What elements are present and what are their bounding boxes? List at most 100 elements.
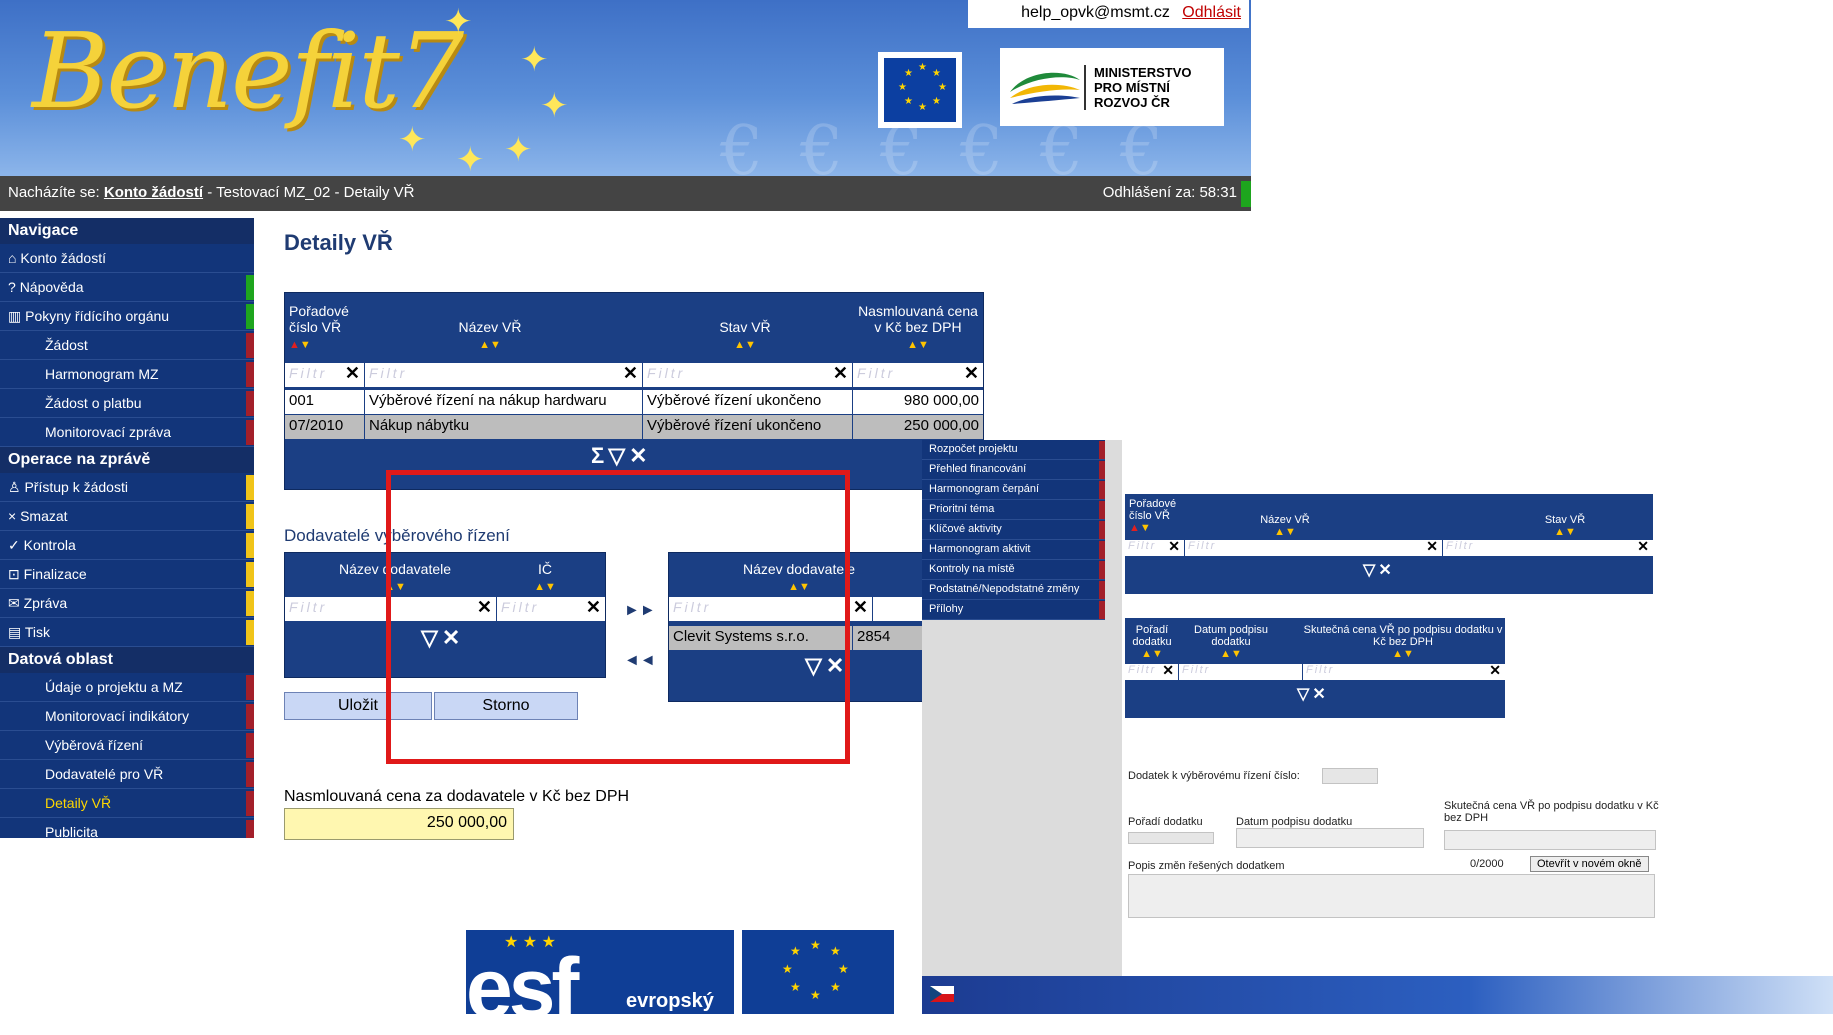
clear-filter-icon[interactable]: ✕	[853, 597, 868, 618]
book-icon: ▥	[8, 308, 26, 324]
sidebar: Navigace ⌂ Konto žádostí ? Nápověda ▥ Po…	[0, 218, 254, 838]
column-header-date[interactable]: Datum podpisu dodatku ▲▼	[1181, 624, 1281, 660]
date-field[interactable]	[1236, 828, 1424, 848]
table-row[interactable]: 001 Výběrové řízení na nákup hardwaru Vý…	[285, 390, 983, 414]
sidebar-item-payment[interactable]: Žádost o platbu	[0, 389, 254, 418]
header-banner: Benefit7 ✦ ✦ ✦ ✦ ✦ ✦ € € € € € € help_op…	[0, 0, 1251, 176]
breadcrumb: Nacházíte se: Konto žádostí - Testovací …	[0, 176, 1251, 211]
sidebar-item-instructions[interactable]: ▥ Pokyny řídícího orgánu	[0, 302, 254, 331]
breadcrumb-link-konto[interactable]: Konto žádostí	[104, 184, 203, 201]
sidebar-item-publicity[interactable]: Publicita	[0, 818, 254, 838]
home-icon: ⌂	[8, 250, 21, 266]
sidebar-item-suppliers[interactable]: Dodavatelé pro VŘ	[0, 760, 254, 789]
menu-item-priority[interactable]: Prioritní téma	[922, 500, 1105, 520]
users-icon: ♙	[8, 479, 25, 495]
menu-item-financing[interactable]: Přehled financování	[922, 460, 1105, 480]
sidebar-item-monitoring-report[interactable]: Monitorovací zpráva	[0, 418, 254, 447]
sidebar-item-schedule[interactable]: Harmonogram MZ	[0, 360, 254, 389]
filter-input-price[interactable]: Filtr ✕	[853, 363, 983, 387]
clear-all-icon[interactable]: ✕	[1312, 686, 1328, 703]
column-header-price[interactable]: Nasmlouvaná cena v Kč bez DPH ▲▼	[853, 303, 983, 353]
sidebar-item-project-data[interactable]: Údaje o projektu a MZ	[0, 673, 254, 702]
menu-item-activity-schedule[interactable]: Harmonogram aktivit	[922, 540, 1105, 560]
sidebar-item-tenders[interactable]: Výběrová řízení	[0, 731, 254, 760]
menu-item-attachments[interactable]: Přílohy	[922, 600, 1105, 620]
amendment-number-field[interactable]	[1322, 768, 1378, 784]
sidebar-item-check[interactable]: ✓ Kontrola	[0, 531, 254, 560]
sidebar-item-finalize[interactable]: ⊡ Finalizace	[0, 560, 254, 589]
sort-icon: ▲▼	[734, 339, 756, 351]
clear-filter-icon[interactable]: ✕	[964, 363, 979, 384]
description-field[interactable]	[1128, 874, 1655, 918]
user-box: help_opvk@msmt.cz Odhlásit	[968, 0, 1249, 28]
column-header-number[interactable]: Pořadové číslo VŘ ▲▼	[1129, 498, 1179, 534]
ministry-name: MINISTERSTVO PRO MÍSTNÍ ROZVOJ ČR	[1084, 64, 1192, 110]
filter-input[interactable]: Filtr ✕	[1125, 538, 1185, 556]
sidebar-item-help[interactable]: ? Nápověda	[0, 273, 254, 302]
sidebar-item-indicators[interactable]: Monitorovací indikátory	[0, 702, 254, 731]
filter-input-name[interactable]: Filtr ✕	[365, 363, 643, 387]
filter-input-ic[interactable]	[873, 597, 923, 621]
date-label: Datum podpisu dodatku	[1236, 816, 1353, 828]
filter-input-number[interactable]: Filtr ✕	[285, 363, 365, 387]
menu-item-onsite-checks[interactable]: Kontroly na místě	[922, 560, 1105, 580]
menu-item-budget[interactable]: Rozpočet projektu	[922, 440, 1105, 460]
filter-input[interactable]: Filtr ✕	[1443, 538, 1653, 556]
logout-link[interactable]: Odhlásit	[1182, 4, 1241, 21]
tender-grid: Pořadové číslo VŘ ▲▼ Název VŘ ▲▼ Stav VŘ ▲▼…	[284, 292, 984, 490]
column-header-name[interactable]: Název VŘ ▲▼	[375, 319, 605, 353]
breadcrumb-rest: - Testovací MZ_02 - Detaily VŘ	[207, 184, 415, 201]
filter-input-state[interactable]: Filtr ✕	[643, 363, 853, 387]
esf-logo: ★ ★ ★ esf evropský	[466, 930, 734, 1030]
table-row[interactable]: 07/2010 Nákup nábytku Výběrové řízení uk…	[285, 415, 983, 439]
filter-icon[interactable]: ▽	[608, 443, 629, 468]
sidebar-item-message[interactable]: ✉ Zpráva	[0, 589, 254, 618]
description-label: Popis změn řešených dodatkem	[1128, 860, 1285, 872]
column-header-state[interactable]: Stav VŘ ▲▼	[645, 319, 845, 353]
sidebar-item-tender-details[interactable]: Detaily VŘ	[0, 789, 254, 818]
sidebar-item-access[interactable]: ♙ Přístup k žádosti	[0, 473, 254, 502]
clear-filter-icon[interactable]: ✕	[345, 363, 360, 384]
sort-icon: ▲▼	[289, 339, 311, 351]
sidebar-item-application[interactable]: Žádost	[0, 331, 254, 360]
open-new-window-button[interactable]: Otevřít v novém okně	[1530, 856, 1649, 872]
app-logo: Benefit7	[32, 10, 464, 132]
filter-icon[interactable]: ▽	[1297, 686, 1312, 703]
column-header-real-price[interactable]: Skutečná cena VŘ po podpisu dodatku v Kč…	[1301, 624, 1505, 660]
sum-icon[interactable]: Σ	[591, 443, 608, 468]
star-icon: ✦	[504, 131, 533, 169]
clear-all-icon[interactable]: ✕	[629, 443, 651, 468]
column-header-number[interactable]: Pořadové číslo VŘ ▲▼	[289, 303, 361, 353]
sidebar-item-konto[interactable]: ⌂ Konto žádostí	[0, 244, 254, 273]
grid-toolbar: Σ▽✕	[591, 443, 652, 469]
clear-filter-icon[interactable]: ✕	[623, 363, 638, 384]
sidebar-section-data: Datová oblast	[0, 647, 254, 673]
order-field[interactable]	[1128, 832, 1214, 844]
ministry-swoosh-icon	[1010, 72, 1080, 104]
filter-input[interactable]: Filtr ✕	[1303, 662, 1505, 680]
sidebar-item-delete[interactable]: × Smazat	[0, 502, 254, 531]
czech-flag-icon[interactable]	[930, 986, 954, 1002]
column-header-order[interactable]: Pořadí dodatku ▲▼	[1127, 624, 1177, 660]
filter-icon[interactable]: ▽	[1363, 562, 1378, 579]
clear-all-icon[interactable]: ✕	[1378, 562, 1394, 579]
column-header-name[interactable]: Název VŘ ▲▼	[1235, 514, 1335, 538]
sidebar-item-print[interactable]: ▤ Tisk	[0, 618, 254, 647]
filter-input[interactable]: Filtr ✕	[1125, 662, 1179, 680]
filter-input[interactable]: Filtr	[1179, 664, 1303, 680]
column-header-state[interactable]: Stav VŘ ▲▼	[1515, 514, 1615, 538]
clear-filter-icon[interactable]: ✕	[833, 363, 848, 384]
contract-price-field[interactable]: 250 000,00	[284, 808, 514, 840]
page-title: Detaily VŘ	[284, 230, 393, 255]
menu-item-changes[interactable]: Podstatné/Nepodstatné změny	[922, 580, 1105, 600]
contract-price-label: Nasmlouvaná cena za dodavatele v Kč bez …	[284, 788, 630, 805]
menu-item-key-activities[interactable]: Klíčové aktivity	[922, 520, 1105, 540]
footer-bar	[922, 976, 1833, 1014]
menu-item-drawdown[interactable]: Harmonogram čerpání	[922, 480, 1105, 500]
real-price-field[interactable]	[1444, 830, 1656, 850]
print-icon: ▤	[8, 624, 25, 640]
ministry-logo: MINISTERSTVO PRO MÍSTNÍ ROZVOJ ČR	[1000, 48, 1224, 126]
grid-toolbar: ▽✕	[1363, 560, 1395, 580]
star-icon: ✦	[398, 121, 427, 159]
filter-input[interactable]: Filtr ✕	[1185, 538, 1443, 556]
